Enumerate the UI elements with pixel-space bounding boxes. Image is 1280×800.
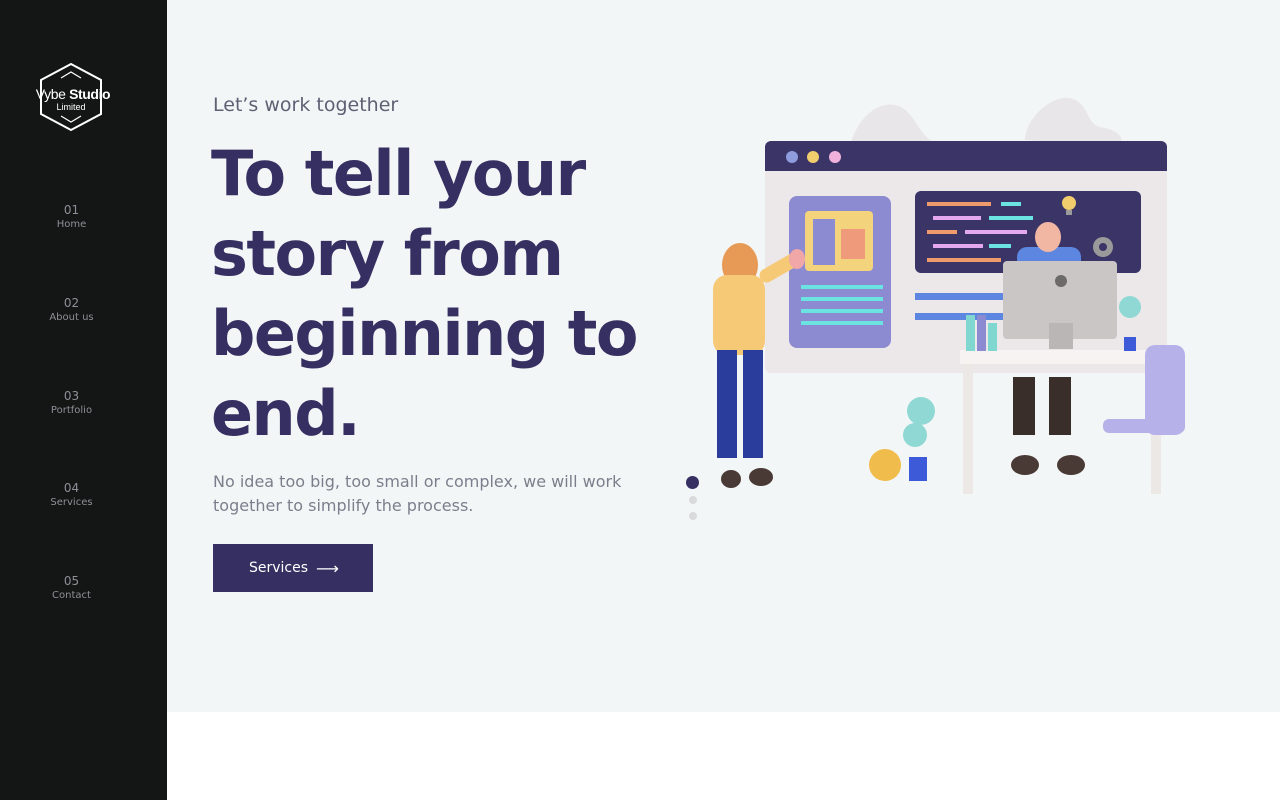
window-dot <box>829 151 841 163</box>
headline-line: To tell your <box>211 137 586 210</box>
plant-icon <box>1119 296 1141 318</box>
team-working-illustration <box>713 97 1185 494</box>
brand-subtitle: Limited <box>56 102 86 112</box>
hero-headline: To tell your story from beginning to end… <box>211 134 671 454</box>
nav-number: 04 <box>63 481 80 495</box>
nav-item-services[interactable]: 04 Services <box>0 480 143 510</box>
woman-shirt <box>713 275 765 355</box>
desk <box>960 350 1170 364</box>
nav-number: 05 <box>63 574 80 588</box>
nav-number: 03 <box>63 389 80 403</box>
sidebar: Vybe Studio Limited 01 Home 02 About us … <box>0 0 167 800</box>
nav-item-contact[interactable]: 05 Contact <box>0 573 143 603</box>
headline-line: beginning to <box>211 297 638 370</box>
window-dot <box>807 151 819 163</box>
nav-item-portfolio[interactable]: 03 Portfolio <box>0 388 143 418</box>
ball-icon <box>869 449 901 481</box>
nav-label: About us <box>49 312 94 323</box>
nav-number: 02 <box>63 296 80 310</box>
headline-line: end. <box>211 377 361 450</box>
hero-description: No idea too big, too small or complex, w… <box>213 472 622 515</box>
lightbulb-icon <box>1062 196 1076 210</box>
nav-label: Contact <box>52 590 91 601</box>
headline-line: story from <box>211 217 564 290</box>
brand-logo[interactable]: Vybe Studio Limited <box>30 62 112 132</box>
hero-illustration <box>695 95 1190 500</box>
services-button[interactable]: Services ⟶ <box>213 544 373 592</box>
plant-icon <box>907 397 935 425</box>
hero-eyebrow: Let’s work together <box>213 94 399 116</box>
nav-item-about-us[interactable]: 02 About us <box>0 295 143 325</box>
nav-number: 01 <box>63 203 80 217</box>
window-dot <box>786 151 798 163</box>
nav-item-home[interactable]: 01 Home <box>0 202 143 232</box>
nav-label: Services <box>50 497 93 508</box>
long-arrow-right-icon: ⟶ <box>316 558 339 578</box>
next-section <box>167 712 1280 800</box>
man-face <box>1035 222 1061 252</box>
woman-pants <box>717 350 737 458</box>
woman-hand <box>789 249 805 269</box>
slider-dot[interactable] <box>688 512 697 520</box>
services-button-label: Services <box>249 560 309 576</box>
brand-name: Vybe Studio <box>35 86 111 102</box>
nav-label: Portfolio <box>50 405 93 416</box>
cloud-shape <box>1025 97 1122 145</box>
nav-label: Home <box>56 219 87 230</box>
